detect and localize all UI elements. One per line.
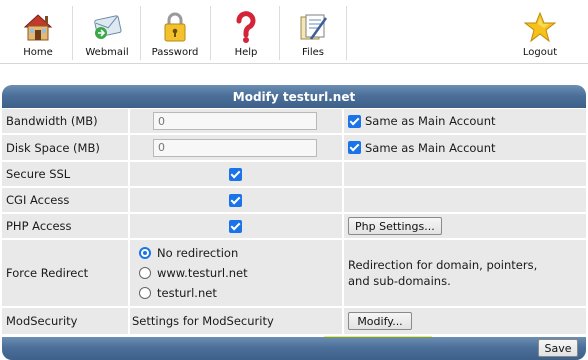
disk-same-checkbox[interactable] [348, 141, 361, 154]
redirect-note: Redirection for domain, pointers, and su… [344, 240, 586, 306]
redirect-note-line1: Redirection for domain, pointers, [348, 258, 538, 272]
redirect-option-bare[interactable]: testurl.net [139, 283, 217, 303]
toolbar-divider [346, 6, 347, 60]
home-icon [21, 8, 55, 46]
php-settings-button[interactable]: Php Settings... [348, 217, 442, 235]
php-access-label: PHP Access [6, 219, 72, 233]
row-secure-ssl: Secure SSL [2, 162, 586, 188]
modsecurity-text: Settings for ModSecurity [132, 314, 274, 328]
toolbar-divider [140, 6, 141, 60]
redirect-none-radio[interactable] [139, 247, 151, 259]
disk-same-toggle[interactable]: Same as Main Account [344, 135, 586, 160]
padlock-icon [158, 8, 192, 46]
row-force-redirect: Force Redirect No redirection www.testur… [2, 240, 586, 308]
toolbar-logout-label: Logout [522, 47, 558, 58]
save-button[interactable]: Save [538, 339, 578, 357]
force-redirect-label: Force Redirect [6, 266, 89, 280]
row-disk-space: Disk Space (MB) 0 Same as Main Account [2, 135, 586, 162]
php-access-checkbox[interactable] [229, 219, 242, 233]
secure-ssl-label: Secure SSL [6, 167, 71, 181]
toolbar-home-label: Home [23, 47, 53, 58]
redirect-option-none[interactable]: No redirection [139, 243, 238, 263]
redirect-www-radio[interactable] [139, 267, 151, 279]
page-title-bar: Modify testurl.net [2, 85, 586, 108]
toolbar-files[interactable]: Files [294, 0, 332, 64]
cgi-access-checkbox[interactable] [229, 193, 242, 207]
toolbar-help-label: Help [234, 47, 258, 58]
redirect-note-line2: and sub-domains. [348, 274, 451, 288]
cgi-access-label: CGI Access [6, 193, 70, 207]
bandwidth-same-label: Same as Main Account [365, 114, 496, 128]
toolbar-webmail-label: Webmail [85, 47, 129, 58]
files-icon [296, 8, 330, 46]
mail-icon [90, 8, 124, 46]
bandwidth-label: Bandwidth (MB) [6, 114, 98, 128]
toolbar: Home Webmail Password Help Files Logout [0, 0, 588, 64]
toolbar-webmail[interactable]: Webmail [84, 0, 130, 64]
bandwidth-same-checkbox[interactable] [348, 114, 361, 128]
disk-space-label: Disk Space (MB) [6, 140, 100, 155]
toolbar-divider [210, 6, 211, 60]
star-icon [523, 8, 557, 46]
row-php-access: PHP Access Php Settings... [2, 214, 586, 240]
row-cgi-access: CGI Access [2, 188, 586, 214]
disk-same-label: Same as Main Account [365, 140, 496, 155]
page-title: Modify testurl.net [232, 89, 356, 104]
toolbar-help[interactable]: Help [226, 0, 266, 64]
row-bandwidth: Bandwidth (MB) 0 Same as Main Account [2, 109, 586, 135]
toolbar-password-label: Password [151, 47, 199, 58]
toolbar-divider [279, 6, 280, 60]
redirect-option-www[interactable]: www.testurl.net [139, 263, 248, 283]
footer-bar [2, 337, 586, 360]
secure-ssl-checkbox[interactable] [229, 167, 242, 181]
bandwidth-same-toggle[interactable]: Same as Main Account [344, 109, 586, 133]
row-modsecurity: ModSecurity Settings for ModSecurity Mod… [2, 308, 586, 336]
redirect-bare-radio[interactable] [139, 287, 151, 299]
bandwidth-input[interactable]: 0 [153, 112, 317, 130]
disk-space-input[interactable]: 0 [153, 138, 317, 157]
toolbar-password[interactable]: Password [151, 0, 199, 64]
help-icon [229, 8, 263, 46]
toolbar-home[interactable]: Home [18, 0, 58, 64]
toolbar-files-label: Files [302, 47, 324, 58]
toolbar-divider [72, 6, 73, 60]
toolbar-logout[interactable]: Logout [520, 0, 560, 64]
modsecurity-modify-button[interactable]: Modify... [348, 312, 412, 330]
modsecurity-label: ModSecurity [6, 314, 78, 328]
